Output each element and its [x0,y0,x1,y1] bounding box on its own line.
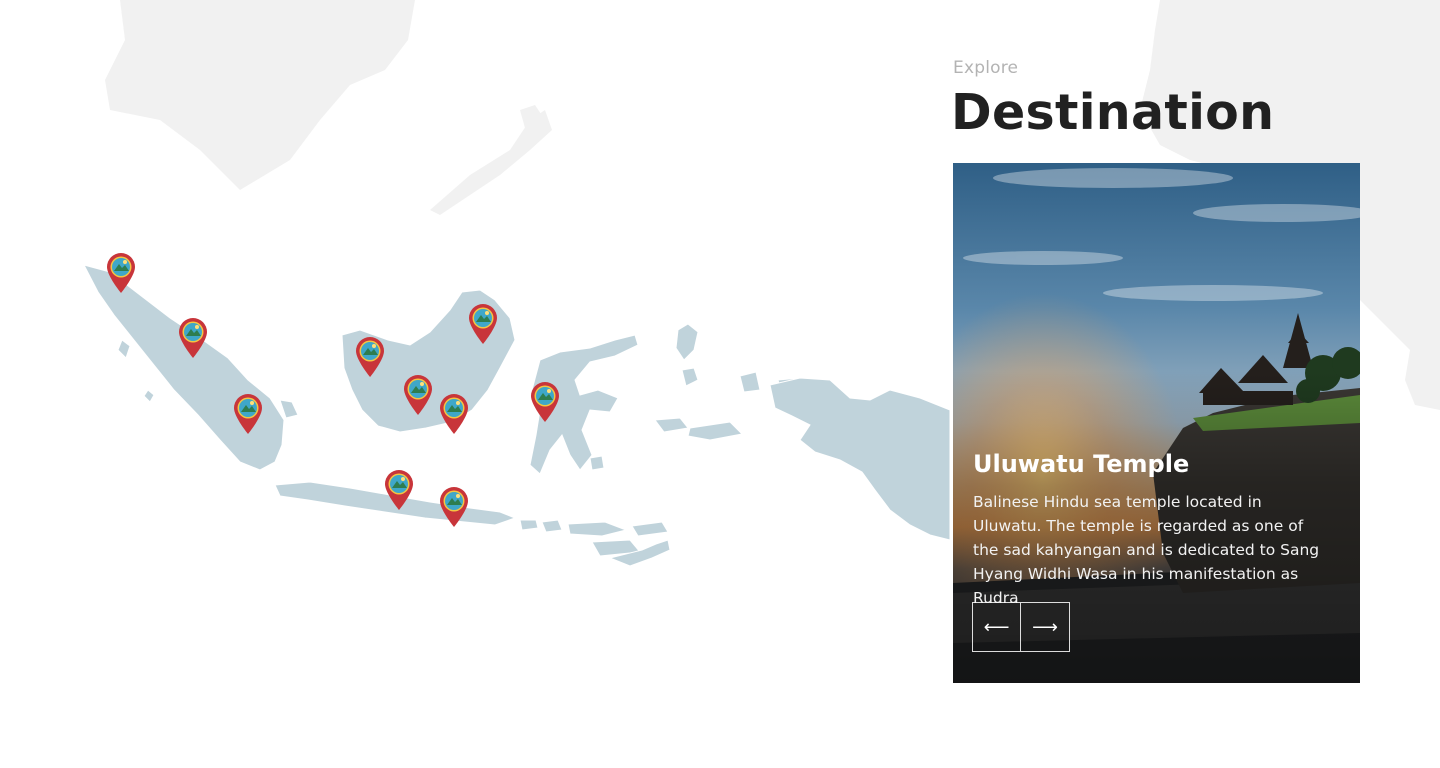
destination-pin[interactable] [177,317,209,359]
destination-pin[interactable] [105,252,137,294]
destination-pin[interactable] [438,393,470,435]
destination-pin[interactable] [438,486,470,528]
destination-pin[interactable] [232,393,264,435]
destination-title: Uluwatu Temple [973,450,1190,478]
papua-island [769,377,950,541]
destination-description: Balinese Hindu sea temple located in Ulu… [973,493,1320,607]
destination-pin[interactable] [467,303,499,345]
destination-pin[interactable] [529,381,561,423]
carousel-controls: ⟵ ⟶ [972,602,1070,652]
destination-pin[interactable] [354,336,386,378]
destination-card: Uluwatu Temple Balinese Hindu sea temple… [953,163,1360,683]
sumatra-island [83,264,285,471]
destination-pin[interactable] [383,469,415,511]
destination-pin[interactable] [402,374,434,416]
indonesia-map [83,264,950,567]
next-button[interactable]: ⟶ [1021,602,1070,652]
section-title: Destination [951,84,1275,141]
section-eyebrow: Explore [953,58,1019,78]
previous-button[interactable]: ⟵ [972,602,1021,652]
